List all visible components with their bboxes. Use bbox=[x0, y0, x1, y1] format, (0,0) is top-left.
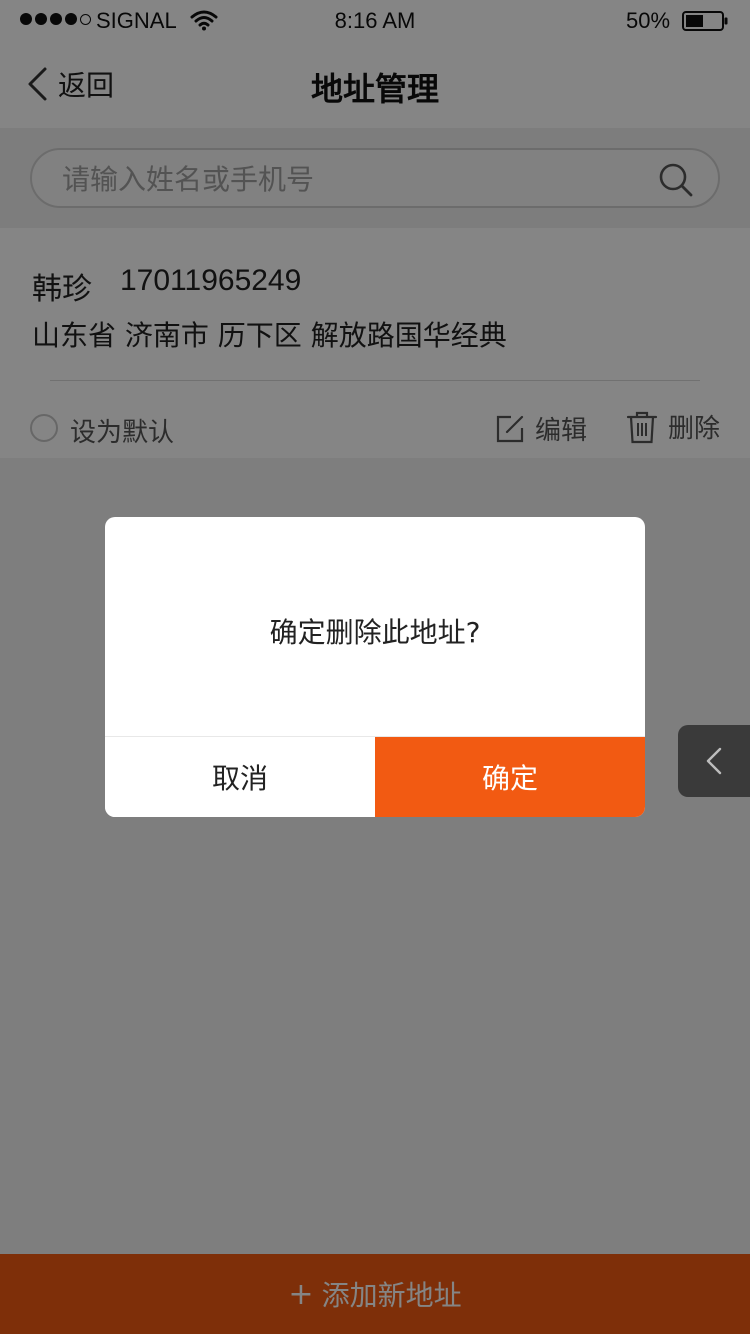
cancel-button[interactable]: 取消 bbox=[105, 737, 375, 817]
dialog-message: 确定删除此地址? bbox=[269, 616, 481, 649]
chevron-left-icon bbox=[706, 747, 722, 775]
delete-confirm-dialog: 确定删除此地址? 取消 确定 bbox=[105, 517, 645, 817]
address-management-page: SIGNAL 8:16 AM 50% 返回 地址管理 请输入姓名或手机号 韩珍 … bbox=[0, 0, 750, 1334]
side-collapse-tab[interactable] bbox=[678, 725, 750, 797]
confirm-button[interactable]: 确定 bbox=[375, 737, 645, 817]
